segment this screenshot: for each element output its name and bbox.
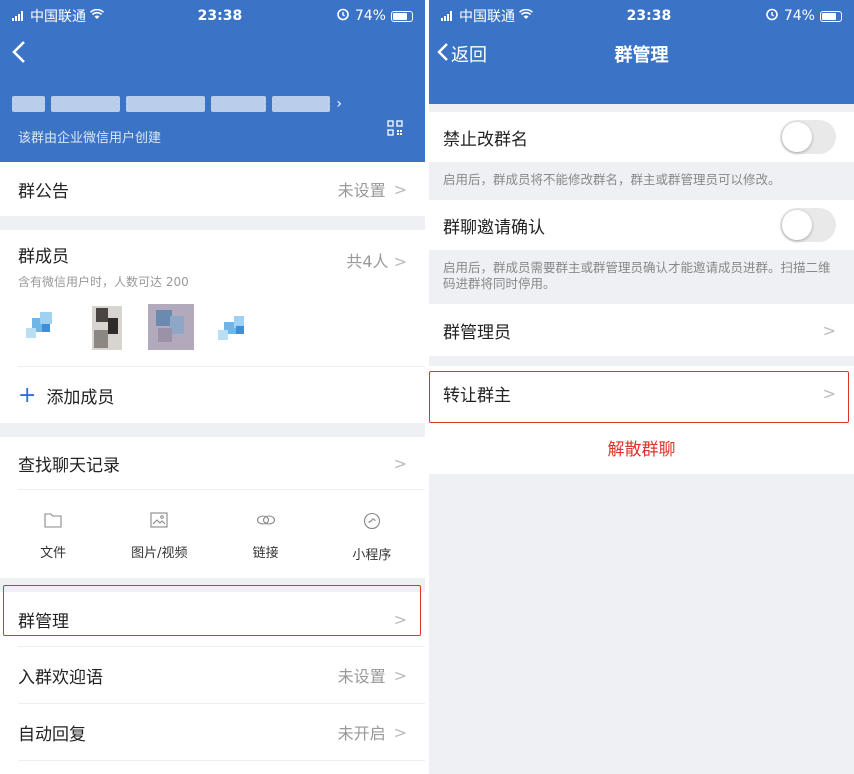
avatar[interactable] xyxy=(18,302,68,352)
members-row[interactable]: 群成员 含有微信用户时，人数可达 200 共4人 > xyxy=(0,230,425,289)
nav-bar: 中国联通 23:38 74% 返回 群管理 xyxy=(429,0,854,104)
status-bar: 中国联通 23:38 74% xyxy=(0,0,425,32)
forbid-rename-note: 启用后，群成员将不能修改群名，群主或群管理员可以修改。 xyxy=(443,172,781,187)
chevron-right-icon: > xyxy=(393,179,407,199)
back-button[interactable] xyxy=(12,40,26,69)
dissolve-group-button[interactable]: 解散群聊 xyxy=(429,420,854,474)
battery-percent: 74% xyxy=(783,8,815,24)
forbid-rename-label: 禁止改群名 xyxy=(443,129,528,150)
media-mini-programs[interactable]: 小程序 xyxy=(332,512,412,563)
media-files[interactable]: 文件 xyxy=(13,512,93,561)
page-title: 群管理 xyxy=(614,45,669,66)
invite-confirm-note: 启用后，群成员需要群主或群管理员确认才能邀请成员进群。扫描二维码进群将同时停用。 xyxy=(443,260,831,291)
creator-note: 该群由企业微信用户创建 xyxy=(18,131,162,146)
search-history-row[interactable]: 查找聊天记录 > xyxy=(0,437,425,489)
chevron-right-icon: > xyxy=(393,665,407,685)
group-header: 中国联通 23:38 74% › 该群由企业微信用户创建 xyxy=(0,0,425,162)
welcome-label: 入群欢迎语 xyxy=(18,667,103,688)
members-subtitle: 含有微信用户时，人数可达 200 xyxy=(18,275,189,289)
chevron-right-icon: > xyxy=(393,453,407,473)
welcome-value: 未设置 xyxy=(337,667,386,686)
battery-icon xyxy=(819,10,842,22)
chevron-right-icon: › xyxy=(336,96,342,112)
back-button[interactable]: 返回 xyxy=(437,36,487,72)
group-info-screen: 中国联通 23:38 74% › 该群由企业微信用户创建 群公告 未设置 > 群… xyxy=(0,0,425,774)
group-name-blurred[interactable]: › xyxy=(12,94,342,114)
group-admins-label: 群管理员 xyxy=(443,322,511,343)
carrier-name: 中国联通 xyxy=(30,9,86,25)
link-icon xyxy=(256,512,276,532)
media-images[interactable]: 图片/视频 xyxy=(119,512,199,561)
signal-icon xyxy=(12,11,26,21)
media-links[interactable]: 链接 xyxy=(226,512,306,561)
invite-confirm-label: 群聊邀请确认 xyxy=(443,217,545,238)
chevron-right-icon: > xyxy=(822,320,836,340)
alarm-icon xyxy=(336,7,350,25)
group-management-screen: 中国联通 23:38 74% 返回 群管理 禁止改群名 启用后，群成员将不能修改… xyxy=(429,0,854,774)
image-icon xyxy=(150,512,168,532)
signal-icon xyxy=(441,11,455,21)
chevron-right-icon: > xyxy=(393,252,407,271)
mini-program-icon xyxy=(363,512,381,534)
status-bar: 中国联通 23:38 74% xyxy=(429,0,854,32)
members-count: 共4人 xyxy=(346,252,389,271)
highlight-transfer-owner xyxy=(429,371,849,423)
battery-percent: 74% xyxy=(354,8,386,24)
group-admins-row[interactable]: 群管理员 > xyxy=(429,304,854,356)
welcome-message-row[interactable]: 入群欢迎语 未设置 > xyxy=(0,647,425,703)
auto-reply-row[interactable]: 自动回复 未开启 > xyxy=(0,704,425,760)
folder-icon xyxy=(44,512,62,532)
wifi-icon xyxy=(89,8,105,24)
wifi-icon xyxy=(518,8,534,24)
qr-code-icon[interactable] xyxy=(387,120,403,136)
avatar[interactable] xyxy=(146,302,196,352)
plus-icon: + xyxy=(18,382,37,408)
announcement-value: 未设置 xyxy=(337,181,386,200)
auto-reply-value: 未开启 xyxy=(337,724,386,743)
clock: 23:38 xyxy=(626,8,672,24)
member-avatars xyxy=(0,288,425,366)
chevron-right-icon: > xyxy=(393,722,407,742)
auto-reply-label: 自动回复 xyxy=(18,724,86,745)
forbid-rename-toggle[interactable] xyxy=(780,120,836,154)
carrier-name: 中国联通 xyxy=(459,9,515,25)
avatar[interactable] xyxy=(210,302,260,352)
announcement-label: 群公告 xyxy=(18,181,69,202)
add-member-button[interactable]: + 添加成员 xyxy=(0,367,425,423)
battery-icon xyxy=(390,10,413,22)
announcement-row[interactable]: 群公告 未设置 > xyxy=(0,162,425,216)
search-history-label: 查找聊天记录 xyxy=(18,455,120,476)
media-shortcuts: 文件 图片/视频 链接 小程序 xyxy=(0,490,425,578)
back-label: 返回 xyxy=(451,45,487,66)
alarm-icon xyxy=(765,7,779,25)
chevron-left-icon xyxy=(437,40,449,68)
add-member-label: 添加成员 xyxy=(46,387,115,408)
forbid-rename-row: 禁止改群名 xyxy=(429,112,854,162)
invite-confirm-toggle[interactable] xyxy=(780,208,836,242)
avatar[interactable] xyxy=(82,302,132,352)
invite-confirm-row: 群聊邀请确认 xyxy=(429,200,854,250)
clock: 23:38 xyxy=(197,8,243,24)
highlight-group-manage xyxy=(3,585,421,636)
